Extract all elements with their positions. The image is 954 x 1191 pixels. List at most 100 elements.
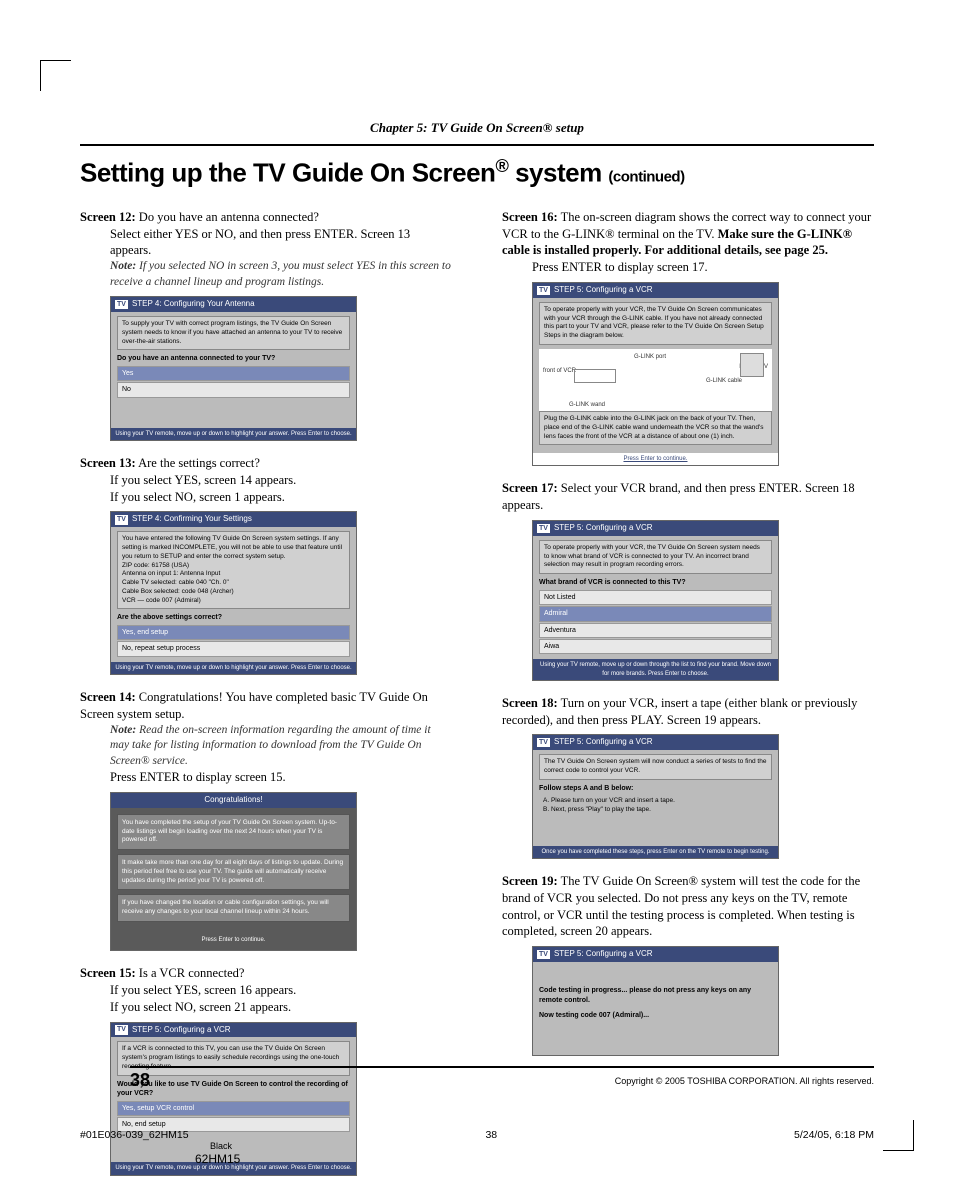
shot-17-opt-3: Aiwa <box>539 639 772 654</box>
screen-19-label: Screen 19: <box>502 874 558 888</box>
screen-18-label: Screen 18: <box>502 696 558 710</box>
shot-18-foot: Once you have completed these steps, pre… <box>533 846 778 858</box>
shot-19-line1: Code testing in progress... please do no… <box>539 986 772 1005</box>
tv-badge: TV <box>537 738 550 747</box>
shot-16-header: STEP 5: Configuring a VCR <box>554 285 653 296</box>
chapter-header: Chapter 5: TV Guide On Screen® setup <box>80 120 874 136</box>
screen-15-body1: If you select YES, screen 16 appears. <box>80 982 452 999</box>
screen-13-body2: If you select NO, screen 1 appears. <box>80 489 452 506</box>
diag-front-vcr: front of VCR <box>543 367 576 375</box>
screen-15-label: Screen 15: <box>80 966 136 980</box>
screenshot-16: TV STEP 5: Configuring a VCR To operate p… <box>532 282 779 466</box>
file-code: #01E036-039_62HM15 <box>80 1129 189 1141</box>
shot-12-opt-no: No <box>117 382 350 397</box>
shot-17-msg: To operate properly with your VCR, the T… <box>539 540 772 574</box>
shot-16-msg: To operate properly with your VCR, the T… <box>539 302 772 345</box>
page-number: 38 <box>130 1070 150 1091</box>
shot-13-opt-no: No, repeat setup process <box>117 641 350 656</box>
shot-17-header: STEP 5: Configuring a VCR <box>554 523 653 534</box>
tv-badge: TV <box>537 950 550 959</box>
shot-14-header: Congratulations! <box>204 795 262 806</box>
screen-12-note-text: If you selected NO in screen 3, you must… <box>110 260 451 288</box>
screen-12-label: Screen 12: <box>80 210 136 224</box>
print-meta: #01E036-039_62HM15 38 5/24/05, 6:18 PM <box>80 1129 874 1141</box>
diag-glink-cable: G-LINK cable <box>706 377 742 385</box>
shot-13-msg: You have entered the following TV Guide … <box>117 531 350 609</box>
shot-14-box2: It make take more than one day for all e… <box>117 854 350 890</box>
shot-17-foot: Using your TV remote, move up or down th… <box>533 659 778 679</box>
screenshot-17: TV STEP 5: Configuring a VCR To operate p… <box>532 520 779 680</box>
shot-14-foot: Press Enter to continue. <box>117 936 350 944</box>
screen-14-note-text: Read the on-screen information regarding… <box>110 724 431 767</box>
header-rule <box>80 144 874 146</box>
shot-14-box3: If you have changed the location or cabl… <box>117 894 350 922</box>
shot-12-foot: Using your TV remote, move up or down to… <box>111 428 356 440</box>
screen-16-body2: Press ENTER to display screen 17. <box>502 259 874 276</box>
shot-12-msg: To supply your TV with correct program l… <box>117 316 350 350</box>
screen-15-q: Is a VCR connected? <box>136 966 245 980</box>
crop-mark-br <box>883 1120 914 1151</box>
tv-badge: TV <box>537 524 550 533</box>
screen-16-label: Screen 16: <box>502 210 558 224</box>
title-main: Setting up the TV Guide On Screen <box>80 158 495 188</box>
tv-badge: TV <box>115 300 128 309</box>
shot-16-diagram: front of VCR G-LINK port back of TV G-LI… <box>539 349 772 411</box>
screen-15-body2: If you select NO, screen 21 appears. <box>80 999 452 1016</box>
color-black-label: Black <box>210 1141 232 1151</box>
shot-14-box1: You have completed the setup of your TV … <box>117 814 350 850</box>
diag-glink-wand: G-LINK wand <box>569 401 605 409</box>
screen-13-label: Screen 13: <box>80 456 136 470</box>
page-title: Setting up the TV Guide On Screen® syste… <box>80 156 874 189</box>
note-label: Note: <box>110 724 139 736</box>
shot-19-header: STEP 5: Configuring a VCR <box>554 949 653 960</box>
shot-16-msg2: Plug the G-LINK cable into the G-LINK ja… <box>539 411 772 445</box>
shot-16-link: Press Enter to continue. <box>533 453 778 465</box>
crop-mark-tl <box>40 60 71 91</box>
screen-17: Screen 17: Select your VCR brand, and th… <box>502 480 874 680</box>
screenshot-19: TV STEP 5: Configuring a VCR Code testing… <box>532 946 779 1056</box>
screen-13-body1: If you select YES, screen 14 appears. <box>80 472 452 489</box>
shot-13-q: Are the above settings correct? <box>117 613 350 622</box>
tv-badge: TV <box>115 1025 128 1034</box>
tv-badge: TV <box>537 286 550 295</box>
shot-18-q: Follow steps A and B below: <box>539 784 772 793</box>
copyright-text: Copyright © 2005 TOSHIBA CORPORATION. Al… <box>615 1076 874 1086</box>
shot-17-opt-2: Adventura <box>539 623 772 638</box>
note-label: Note: <box>110 260 139 272</box>
screen-12-q: Do you have an antenna connected? <box>136 210 319 224</box>
shot-12-opt-yes: Yes <box>117 366 350 381</box>
screen-12: Screen 12: Do you have an antenna connec… <box>80 209 452 441</box>
tv-badge: TV <box>115 515 128 524</box>
shot-12-header: STEP 4: Configuring Your Antenna <box>132 299 255 310</box>
shot-12-q: Do you have an antenna connected to your… <box>117 354 350 363</box>
shot-18-header: STEP 5: Configuring a VCR <box>554 737 653 748</box>
screen-13: Screen 13: Are the settings correct? If … <box>80 455 452 675</box>
screen-14-label: Screen 14: <box>80 690 136 704</box>
shot-17-q: What brand of VCR is connected to this T… <box>539 578 772 587</box>
shot-13-foot: Using your TV remote, move up or down to… <box>111 662 356 674</box>
shot-15-opt-yes: Yes, setup VCR control <box>117 1101 350 1116</box>
screen-13-q: Are the settings correct? <box>136 456 260 470</box>
screenshot-12: TV STEP 4: Configuring Your Antenna To su… <box>110 296 357 441</box>
meta-page: 38 <box>485 1129 497 1141</box>
screen-14-note: Note: Read the on-screen information reg… <box>80 723 452 770</box>
title-suffix: system <box>508 158 608 188</box>
shot-15-header: STEP 5: Configuring a VCR <box>132 1025 231 1036</box>
screen-14: Screen 14: Congratulations! You have com… <box>80 689 452 951</box>
screen-16: Screen 16: The on-screen diagram shows t… <box>502 209 874 467</box>
shot-13-opt-yes: Yes, end setup <box>117 625 350 640</box>
diag-glink-port: G-LINK port <box>634 353 666 361</box>
shot-17-opt-0: Not Listed <box>539 590 772 605</box>
meta-datetime: 5/24/05, 6:18 PM <box>794 1129 874 1141</box>
shot-19-line2: Now testing code 007 (Admiral)... <box>539 1011 772 1020</box>
screen-19: Screen 19: The TV Guide On Screen® syste… <box>502 873 874 1056</box>
shot-18-steps: A. Please turn on your VCR and insert a … <box>539 795 772 817</box>
screen-12-body: Select either YES or NO, and then press … <box>80 226 452 260</box>
screen-17-label: Screen 17: <box>502 481 558 495</box>
screenshot-14: Congratulations! You have completed the … <box>110 792 357 951</box>
left-column: Screen 12: Do you have an antenna connec… <box>80 209 452 1190</box>
model-number: 62HM15 <box>195 1152 240 1166</box>
shot-18-msg: The TV Guide On Screen system will now c… <box>539 754 772 780</box>
reg-mark: ® <box>495 156 508 176</box>
screenshot-13: TVSTEP 4: Confirming Your Settings You h… <box>110 511 357 674</box>
